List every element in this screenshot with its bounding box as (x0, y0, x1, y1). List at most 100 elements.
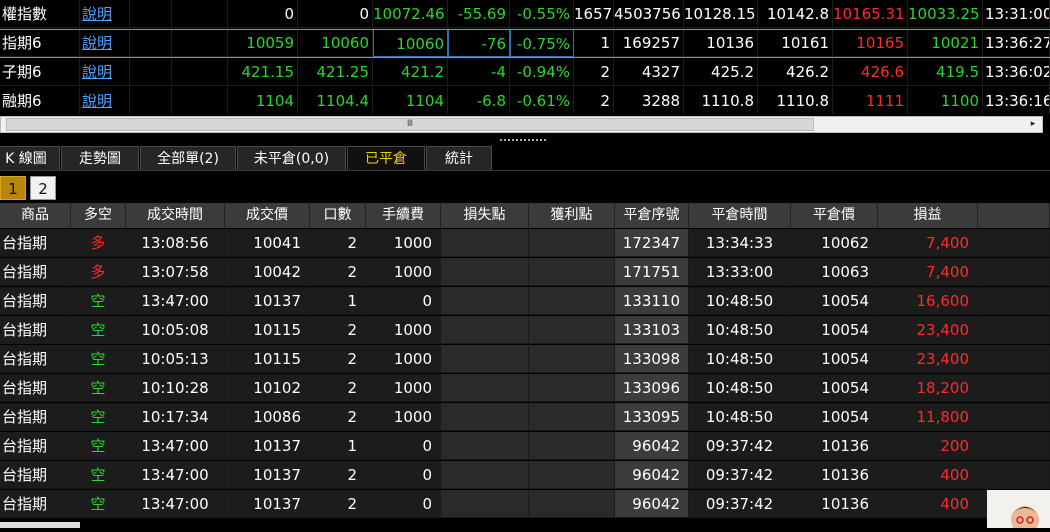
cell-close-no: 133095 (615, 403, 689, 431)
quote-link-link[interactable]: 說明 (80, 29, 130, 57)
quote-time: 13:31:00 (983, 0, 1050, 28)
column-header-price[interactable]: 成交價 (225, 203, 310, 228)
tab-open-positions[interactable]: 未平倉(0,0) (237, 146, 346, 170)
cell-close-time: 13:34:33 (689, 229, 791, 257)
table-row[interactable]: 台指期空 10:17:34 10086 2 1000 133095 10:48:50 1005… (0, 403, 1050, 432)
column-header-profit[interactable]: 獲利點 (529, 203, 615, 228)
column-header-close_price[interactable]: 平倉價 (791, 203, 878, 228)
column-header-qty[interactable]: 口數 (310, 203, 366, 228)
quote-link-link[interactable]: 說明 (80, 58, 130, 86)
table-row[interactable]: 台指期多 13:07:58 10042 2 1000 171751 13:33:00 1006… (0, 258, 1050, 287)
quote-last: 1104 (373, 87, 448, 114)
table-row[interactable]: 台指期空 10:10:28 10102 2 1000 133096 10:48:50 1005… (0, 374, 1050, 403)
cell-profit (529, 287, 615, 315)
quote-tvol: 4503756 (614, 0, 684, 28)
tab-statistics[interactable]: 統計 (426, 146, 492, 170)
cell-fee: 1000 (366, 374, 441, 402)
cell-price: 10115 (225, 316, 310, 344)
column-header-product[interactable]: 商品 (0, 203, 71, 228)
cell-side: 空 (71, 316, 126, 344)
table-row[interactable]: 台指期空 10:05:13 10115 2 1000 133098 10:48:50 1005… (0, 345, 1050, 374)
cell-pnl: 7,400 (878, 258, 978, 286)
cell-pnl: 400 (878, 490, 978, 518)
page-button-2[interactable]: 2 (30, 176, 56, 200)
quote-high: 10165 (833, 29, 908, 57)
cell-filler (978, 229, 1050, 257)
quote-empty-cell (130, 58, 172, 86)
quote-link-link[interactable]: 說明 (80, 87, 130, 114)
cell-close-price: 10054 (791, 403, 878, 431)
quote-empty-cell (130, 29, 172, 57)
quote-name: 權指數 (0, 0, 80, 28)
column-header-fee[interactable]: 手續費 (366, 203, 441, 228)
quote-row[interactable]: 指期6 說明 10059 10060 10060 -76 -0.75% 1 169257 1013… (0, 29, 1050, 58)
quote-chg: -6.8 (448, 87, 510, 114)
table-row[interactable]: 台指期多 13:08:56 10041 2 1000 172347 13:34:33 1006… (0, 229, 1050, 258)
quote-ask: 10060 (298, 29, 373, 57)
cell-fee: 0 (366, 432, 441, 460)
quote-empty-cell (172, 58, 228, 86)
quote-ask: 0 (298, 0, 373, 28)
cell-product: 台指期 (0, 374, 71, 402)
cell-product: 台指期 (0, 229, 71, 257)
table-row[interactable]: 台指期空 13:47:00 10137 1 0 133110 10:48:50 10054 16… (0, 287, 1050, 316)
quote-link-link[interactable]: 說明 (80, 0, 130, 28)
quote-empty-cell (172, 87, 228, 114)
page-button-1[interactable]: 1 (0, 176, 26, 200)
panel-splitter[interactable] (500, 139, 546, 143)
cell-close-time: 10:48:50 (689, 403, 791, 431)
quote-high: 10165.31 (833, 0, 908, 28)
cell-qty: 2 (310, 374, 366, 402)
column-header-time[interactable]: 成交時間 (126, 203, 225, 228)
cell-close-no: 96042 (615, 461, 689, 489)
quote-tvol: 4327 (614, 58, 684, 86)
cell-filler (978, 461, 1050, 489)
cell-time: 13:08:56 (126, 229, 225, 257)
table-row[interactable]: 台指期空 13:47:00 10137 2 0 96042 09:37:42 10136 400 (0, 461, 1050, 490)
tab-kline[interactable]: K 線圖 (0, 146, 60, 170)
tab-all-orders[interactable]: 全部單(2) (140, 146, 236, 170)
cell-price: 10137 (225, 490, 310, 518)
cell-pnl: 16,600 (878, 287, 978, 315)
table-row[interactable]: 台指期空 13:47:00 10137 1 0 96042 09:37:42 10136 200 (0, 432, 1050, 461)
cell-side: 空 (71, 432, 126, 460)
column-header-close_no[interactable]: 平倉序號 (615, 203, 689, 228)
scrollbar-thumb[interactable]: Ⅲ (6, 118, 814, 131)
column-header-loss[interactable]: 損失點 (441, 203, 529, 228)
scroll-right-arrow-icon[interactable]: ▸ (1025, 117, 1041, 132)
horizontal-scrollbar[interactable]: Ⅲ ▸ (0, 116, 1043, 133)
column-header-side[interactable]: 多空 (71, 203, 126, 228)
quote-row[interactable]: 融期6 說明 1104 1104.4 1104 -6.8 -0.61% 2 3288 1110.8… (0, 87, 1050, 114)
quote-time: 13:36:16 (983, 87, 1050, 114)
bottom-scrollbar[interactable] (0, 522, 80, 528)
quote-empty-cell (130, 87, 172, 114)
cell-loss (441, 316, 529, 344)
cell-qty: 2 (310, 461, 366, 489)
table-row[interactable]: 台指期空 13:47:00 10137 2 0 96042 09:37:42 10136 400 (0, 490, 1050, 519)
tab-closed-positions[interactable]: 已平倉 (347, 146, 425, 170)
cell-fee: 1000 (366, 345, 441, 373)
quote-low: 10033.25 (908, 0, 983, 28)
quote-bid: 10059 (228, 29, 298, 57)
selected-row-border (0, 57, 1050, 58)
quote-chg: -76 (448, 29, 510, 57)
quote-pct: -0.94% (510, 58, 574, 86)
cell-filler (978, 374, 1050, 402)
cell-profit (529, 345, 615, 373)
cell-filler (978, 345, 1050, 373)
quote-row[interactable]: 權指數 說明 0 0 10072.46 -55.69 -0.55% 1657 4503756 10… (0, 0, 1050, 29)
cell-close-time: 09:37:42 (689, 432, 791, 460)
cell-profit (529, 316, 615, 344)
quote-ref: 1110.8 (758, 87, 833, 114)
quote-row[interactable]: 子期6 說明 421.15 421.25 421.2 -4 -0.94% 2 4327 425.2… (0, 58, 1050, 87)
cell-time: 10:10:28 (126, 374, 225, 402)
table-row[interactable]: 台指期空 10:05:08 10115 2 1000 133103 10:48:50 1005… (0, 316, 1050, 345)
column-header-pnl[interactable]: 損益 (878, 203, 978, 228)
column-header-close_time[interactable]: 平倉時間 (689, 203, 791, 228)
tab-trend[interactable]: 走勢圖 (61, 146, 139, 170)
cell-pnl: 23,400 (878, 345, 978, 373)
quote-vol: 2 (574, 58, 614, 86)
cell-loss (441, 345, 529, 373)
cell-close-time: 09:37:42 (689, 461, 791, 489)
cell-fee: 1000 (366, 258, 441, 286)
